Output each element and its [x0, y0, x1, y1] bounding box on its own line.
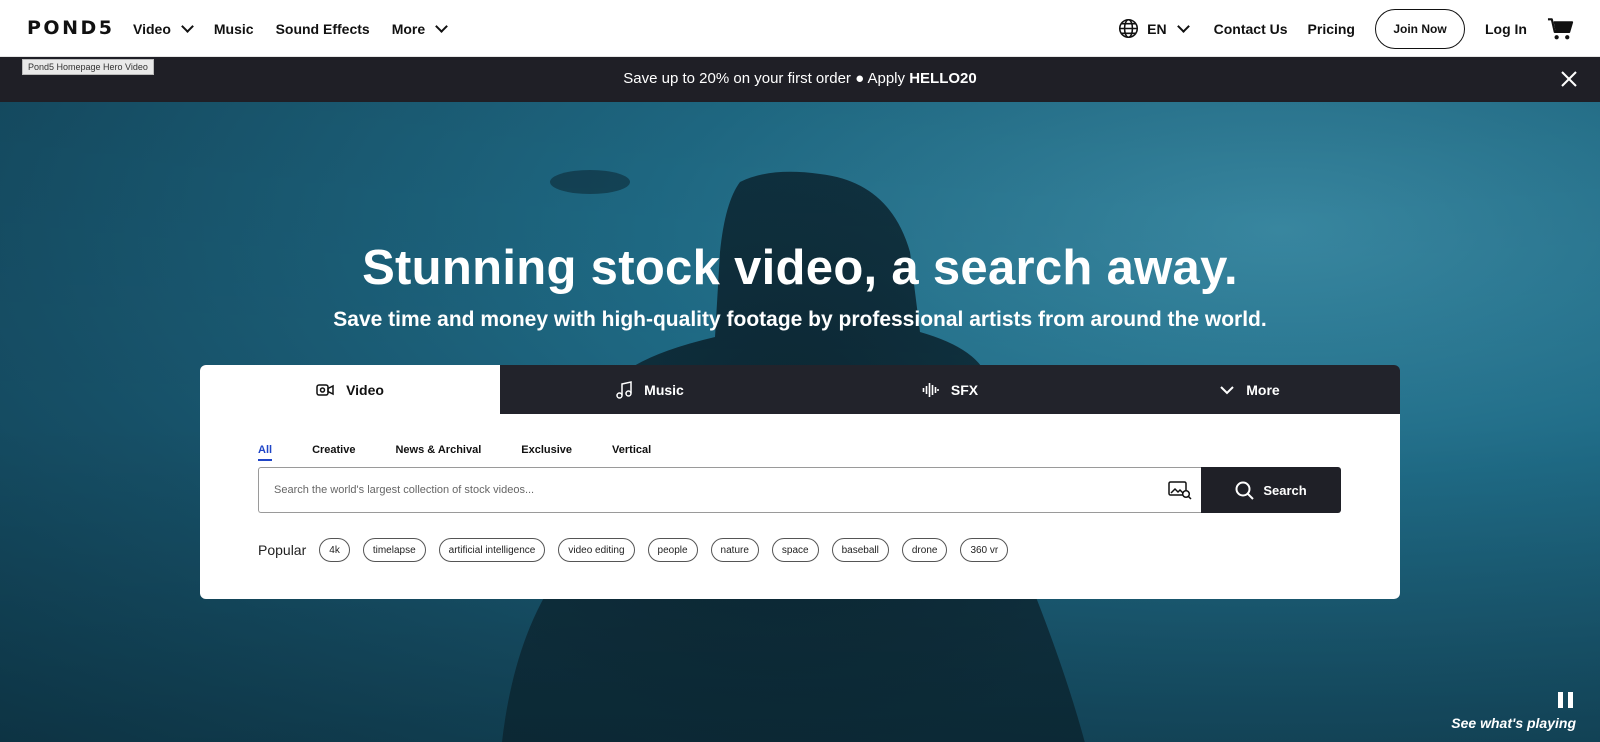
- popular-searches: Popular 4k timelapse artificial intellig…: [258, 538, 1021, 562]
- nav-more[interactable]: More: [391, 19, 449, 37]
- hero-title: Stunning stock video, a search away.: [362, 241, 1238, 295]
- hero-video-tooltip: Pond5 Homepage Hero Video: [22, 59, 154, 75]
- chevron-down-icon: [1176, 19, 1190, 33]
- search-input[interactable]: [258, 467, 1201, 513]
- subtab-vertical[interactable]: Vertical: [612, 444, 651, 461]
- main-nav: Video Music Sound Effects More: [133, 0, 468, 57]
- video-category-tabs: All Creative News & Archival Exclusive V…: [258, 444, 691, 461]
- search-type-tabs: Video Music SFX More: [200, 365, 1400, 414]
- nav-music-label: Music: [213, 20, 254, 37]
- popular-chip[interactable]: 4k: [319, 538, 350, 562]
- visual-search-icon[interactable]: [1168, 480, 1192, 500]
- popular-chip[interactable]: baseball: [831, 538, 889, 562]
- popular-chip[interactable]: nature: [710, 538, 759, 562]
- popular-chip[interactable]: artificial intelligence: [438, 538, 546, 562]
- pond5-logo[interactable]: POND5: [27, 17, 114, 39]
- search-button[interactable]: Search: [1201, 467, 1341, 513]
- search-bar: Search: [258, 467, 1343, 513]
- music-note-icon: [616, 380, 632, 399]
- globe-icon: [1119, 18, 1139, 39]
- popular-chip[interactable]: space: [771, 538, 819, 562]
- video-camera-icon: [316, 383, 334, 396]
- cart-icon[interactable]: [1547, 17, 1574, 41]
- close-icon[interactable]: [1560, 70, 1578, 88]
- search-card: Video Music SFX More All Creative News &…: [200, 365, 1400, 599]
- subtab-news-archival[interactable]: News & Archival: [395, 444, 481, 461]
- waveform-icon: [922, 382, 939, 397]
- chevron-down-icon: [1220, 385, 1234, 394]
- tab-music-label: Music: [644, 381, 684, 398]
- log-in-link[interactable]: Log In: [1485, 21, 1527, 37]
- subtab-all[interactable]: All: [258, 444, 273, 461]
- nav-sound-effects-label: Sound Effects: [275, 20, 370, 37]
- header-actions: EN Contact Us Pricing Join Now Log In: [1118, 0, 1574, 57]
- promo-banner: Save up to 20% on your first order ● App…: [0, 57, 1600, 102]
- popular-chip[interactable]: people: [647, 538, 698, 562]
- tab-sfx-label: SFX: [950, 381, 979, 398]
- tab-more[interactable]: More: [1100, 365, 1400, 414]
- chevron-down-icon: [435, 19, 449, 33]
- promo-text: Save up to 20% on your first order ● App…: [0, 70, 1600, 87]
- nav-sound-effects[interactable]: Sound Effects: [276, 21, 370, 37]
- pricing-link[interactable]: Pricing: [1308, 21, 1355, 37]
- tab-music[interactable]: Music: [500, 365, 800, 414]
- nav-music[interactable]: Music: [214, 21, 254, 37]
- see-whats-playing-link[interactable]: See what's playing: [1451, 715, 1576, 731]
- tab-video[interactable]: Video: [200, 365, 500, 414]
- popular-chip[interactable]: timelapse: [362, 538, 426, 562]
- tab-sfx[interactable]: SFX: [800, 365, 1100, 414]
- popular-chip[interactable]: video editing: [558, 538, 635, 562]
- pause-bar: [1558, 692, 1563, 708]
- join-now-button[interactable]: Join Now: [1375, 8, 1465, 49]
- site-header: POND5 Video Music Sound Effects More EN …: [0, 0, 1600, 57]
- subtab-creative[interactable]: Creative: [312, 444, 355, 461]
- language-label: EN: [1147, 20, 1167, 37]
- chevron-down-icon: [181, 19, 194, 33]
- tab-video-label: Video: [346, 381, 384, 398]
- promo-code: HELLO20: [909, 70, 977, 87]
- popular-chip[interactable]: 360 vr: [960, 538, 1009, 562]
- search-panel: All Creative News & Archival Exclusive V…: [200, 414, 1400, 599]
- pause-bar: [1568, 692, 1573, 708]
- hero-subtitle: Save time and money with high-quality fo…: [333, 308, 1267, 331]
- search-icon: [1235, 481, 1255, 500]
- popular-label: Popular: [258, 542, 307, 558]
- popular-chip[interactable]: drone: [901, 538, 948, 562]
- subtab-exclusive[interactable]: Exclusive: [521, 444, 572, 461]
- language-selector[interactable]: EN: [1118, 18, 1190, 39]
- nav-video[interactable]: Video: [133, 19, 194, 37]
- promo-message: Save up to 20% on your first order ● App…: [623, 70, 910, 87]
- nav-more-label: More: [391, 20, 426, 37]
- tab-more-label: More: [1246, 381, 1280, 398]
- nav-video-label: Video: [133, 20, 171, 37]
- contact-us-link[interactable]: Contact Us: [1214, 21, 1288, 37]
- pause-icon[interactable]: [1558, 692, 1574, 708]
- search-button-label: Search: [1263, 482, 1307, 498]
